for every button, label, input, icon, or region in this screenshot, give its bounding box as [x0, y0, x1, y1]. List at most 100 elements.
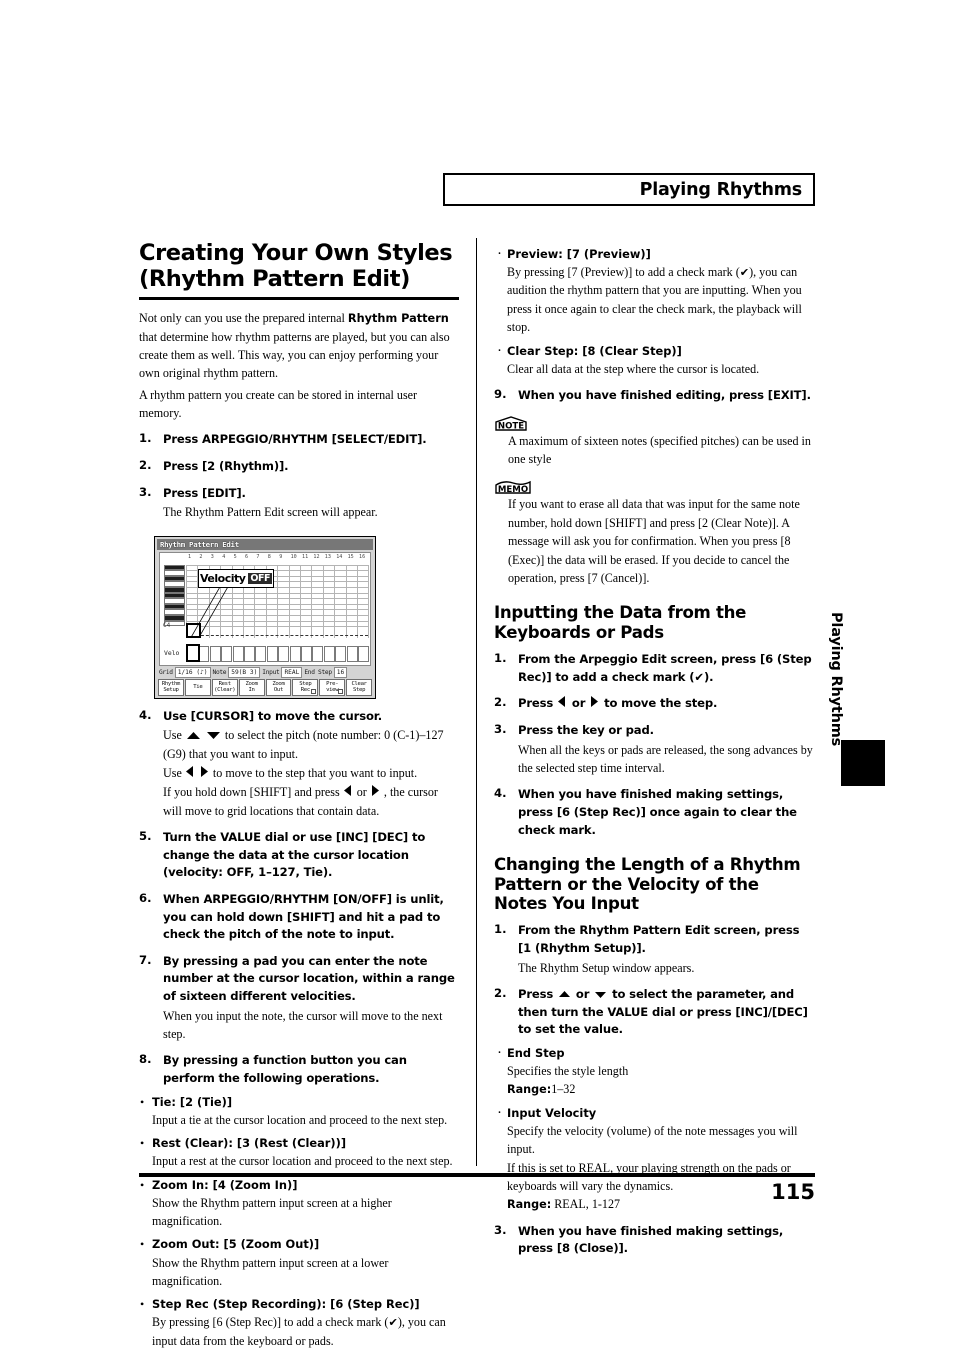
step-4-use-1: Use [163, 728, 182, 743]
step-8-text: By pressing a function button you can pe… [163, 1053, 407, 1085]
step-5-text: Turn the VALUE dial or use [INC] [DEC] t… [163, 830, 426, 880]
down-arrow-icon-2 [593, 990, 608, 999]
lcd-function-key-line2: Step [353, 687, 366, 694]
lcd-function-key[interactable]: Clear Step [346, 678, 372, 696]
function-bullet-preview: Preview: [7 (Preview)] By pressing [7 (P… [494, 243, 814, 337]
param-input-velocity-label: Input Velocity [507, 1105, 597, 1120]
step-4-shift-text: If you hold down [SHIFT] and press [163, 785, 340, 800]
inputting-step-4-text: When you have finished making settings, … [518, 787, 797, 837]
lcd-column-number: 16 [359, 553, 366, 560]
check-mark-icon: ✔ [388, 1316, 398, 1330]
lcd-grid-line-horizontal [186, 564, 368, 566]
lcd-column-number: 1 [188, 553, 192, 560]
lcd-velocity-cell [289, 645, 301, 662]
inputting-step-3: 3. Press the key or pad. When all the ke… [494, 722, 814, 777]
step-2-text: Press [2 (Rhythm)]. [163, 459, 289, 474]
changing-step-2: 2. Press or to select the parameter, and… [494, 986, 814, 1039]
lcd-column-number: 10 [290, 553, 297, 560]
step-3-text: Press [EDIT]. [163, 485, 246, 500]
param-input-velocity-range: Range: REAL, 1-127 [507, 1195, 814, 1213]
lcd-function-key-checkbox[interactable] [338, 688, 344, 694]
page-title-line1: Creating Your Own Styles [139, 240, 453, 266]
step-rec-desc-a: By pressing [6 (Step Rec)] to add a chec… [152, 1315, 389, 1330]
function-bullet-zoom-in: Zoom In: [4 (Zoom In)] Show the Rhythm p… [139, 1176, 459, 1231]
title-rule [139, 297, 459, 301]
lcd-column-number: 3 [210, 553, 214, 560]
check-mark-icon-preview: ✔ [739, 266, 750, 280]
lcd-function-key-line1: Tie [193, 684, 203, 691]
lcd-function-key[interactable]: Step Rec [292, 678, 319, 696]
step-4-number: 4. [139, 707, 152, 722]
lcd-function-key[interactable]: Tie [184, 678, 211, 696]
step-7-number: 7. [139, 952, 152, 967]
lcd-grid-line-horizontal [186, 609, 368, 611]
lcd-axis-label-c4: C4 [163, 621, 171, 629]
function-bullet-preview-label: Preview: [7 (Preview)] [507, 247, 651, 261]
memo-callout: MEMO If you want to erase all data that … [494, 479, 814, 587]
param-input-velocity-desc: Specify the velocity (volume) of the not… [507, 1123, 798, 1157]
lcd-column-numbers: 1 2 3 4 5 6 7 8 9 10 11 12 13 14 15 16 [186, 554, 368, 564]
lcd-column-number: 7 [256, 553, 260, 560]
right-arrow-icon [199, 765, 210, 778]
function-bullet-rest-label: Rest (Clear): [3 (Rest (Clear))] [152, 1136, 347, 1151]
function-bullet-clear-step-label: Clear Step: [8 (Clear Step)] [507, 343, 682, 358]
lcd-status-label: Input [262, 669, 280, 677]
lcd-column-number: 15 [347, 553, 354, 560]
lcd-column-number: 14 [336, 553, 343, 560]
intro-paragraph-1: Not only can you use the prepared intern… [139, 309, 459, 383]
lcd-column-number: 4 [222, 553, 226, 560]
step-3-sub: The Rhythm Pattern Edit screen will appe… [163, 505, 378, 520]
left-column: Creating Your Own Styles (Rhythm Pattern… [139, 240, 459, 1350]
lcd-display-area: 1 2 3 4 5 6 7 8 9 10 11 12 13 14 15 16 C4 Velo [159, 551, 371, 666]
lcd-function-key[interactable]: Rest (Clear) [211, 678, 238, 696]
changing-step-3-number: 3. [494, 1222, 507, 1237]
right-column: Preview: [7 (Preview)] By pressing [7 (P… [494, 240, 814, 1258]
intro-paragraph-2: A rhythm pattern you create can be store… [139, 387, 418, 421]
lcd-velocity-cell [255, 645, 267, 662]
lcd-velocity-cell [278, 645, 290, 662]
lcd-function-key-line2: In [248, 687, 255, 694]
param-end-step-range-value: 1–32 [551, 1082, 576, 1097]
lcd-function-key[interactable]: Zoom In [238, 678, 265, 696]
lcd-function-key[interactable]: Pre-view [319, 678, 346, 696]
step-6-number: 6. [139, 890, 152, 905]
function-bullet-step-rec-label: Step Rec (Step Recording): [6 (Step Rec)… [152, 1297, 420, 1312]
note-callout-text: A maximum of sixteen notes (specified pi… [508, 433, 811, 467]
note-callout: NOTE A maximum of sixteen notes (specifi… [494, 415, 814, 469]
inputting-step-3-sub: When all the keys or pads are released, … [518, 742, 813, 775]
up-arrow-icon-2 [557, 990, 572, 999]
lcd-grid-line-horizontal [186, 615, 368, 617]
lcd-grid-line-horizontal [186, 603, 368, 605]
function-bullet-preview-desc: By pressing [7 (Preview)] to add a check… [507, 263, 814, 337]
inputting-step-2-number: 2. [494, 695, 507, 710]
lcd-status-label: Grid [159, 669, 173, 677]
lcd-column-number: 5 [233, 553, 237, 560]
changing-step-1-number: 1. [494, 922, 507, 937]
left-arrow-icon [185, 765, 196, 778]
section-title-changing-line1: Changing the Length of a Rhythm [494, 855, 801, 875]
lcd-velocity-row [186, 640, 369, 662]
lcd-grid-line-horizontal [186, 592, 368, 594]
lcd-function-key-line2: view [326, 687, 339, 694]
lcd-function-key-checkbox[interactable] [311, 688, 317, 694]
up-arrow-icon [185, 731, 202, 740]
memo-callout-text: If you want to erase all data that was i… [508, 497, 800, 585]
lcd-function-key-line2: Setup [163, 687, 179, 694]
lcd-velocity-cell [335, 645, 347, 662]
step-5-number: 5. [139, 829, 152, 844]
lcd-status-value: 59(B 3) [228, 667, 261, 679]
lcd-title-bar: Rhythm Pattern Edit [157, 538, 373, 550]
lcd-column-number: 6 [245, 553, 249, 560]
step-1: 1. Press ARPEGGIO/RHYTHM [SELECT/EDIT]. [139, 431, 459, 449]
intro-1-a: Not only can you use the prepared intern… [139, 311, 348, 326]
step-2-number: 2. [139, 458, 152, 473]
lcd-function-key[interactable]: Rhythm Setup [158, 678, 184, 696]
step-6: 6. When ARPEGGIO/RHYTHM [ON/OFF] is unli… [139, 891, 459, 944]
section-title-changing-line3: You Input [552, 893, 639, 913]
changing-step-1: 1. From the Rhythm Pattern Edit screen, … [494, 922, 814, 977]
lcd-function-key[interactable]: Zoom Out [265, 678, 292, 696]
lcd-column-number: 8 [267, 553, 271, 560]
function-bullet-rest: Rest (Clear): [3 (Rest (Clear))] Input a… [139, 1134, 459, 1170]
lcd-velocity-cursor [186, 643, 200, 662]
step-2: 2. Press [2 (Rhythm)]. [139, 458, 459, 476]
